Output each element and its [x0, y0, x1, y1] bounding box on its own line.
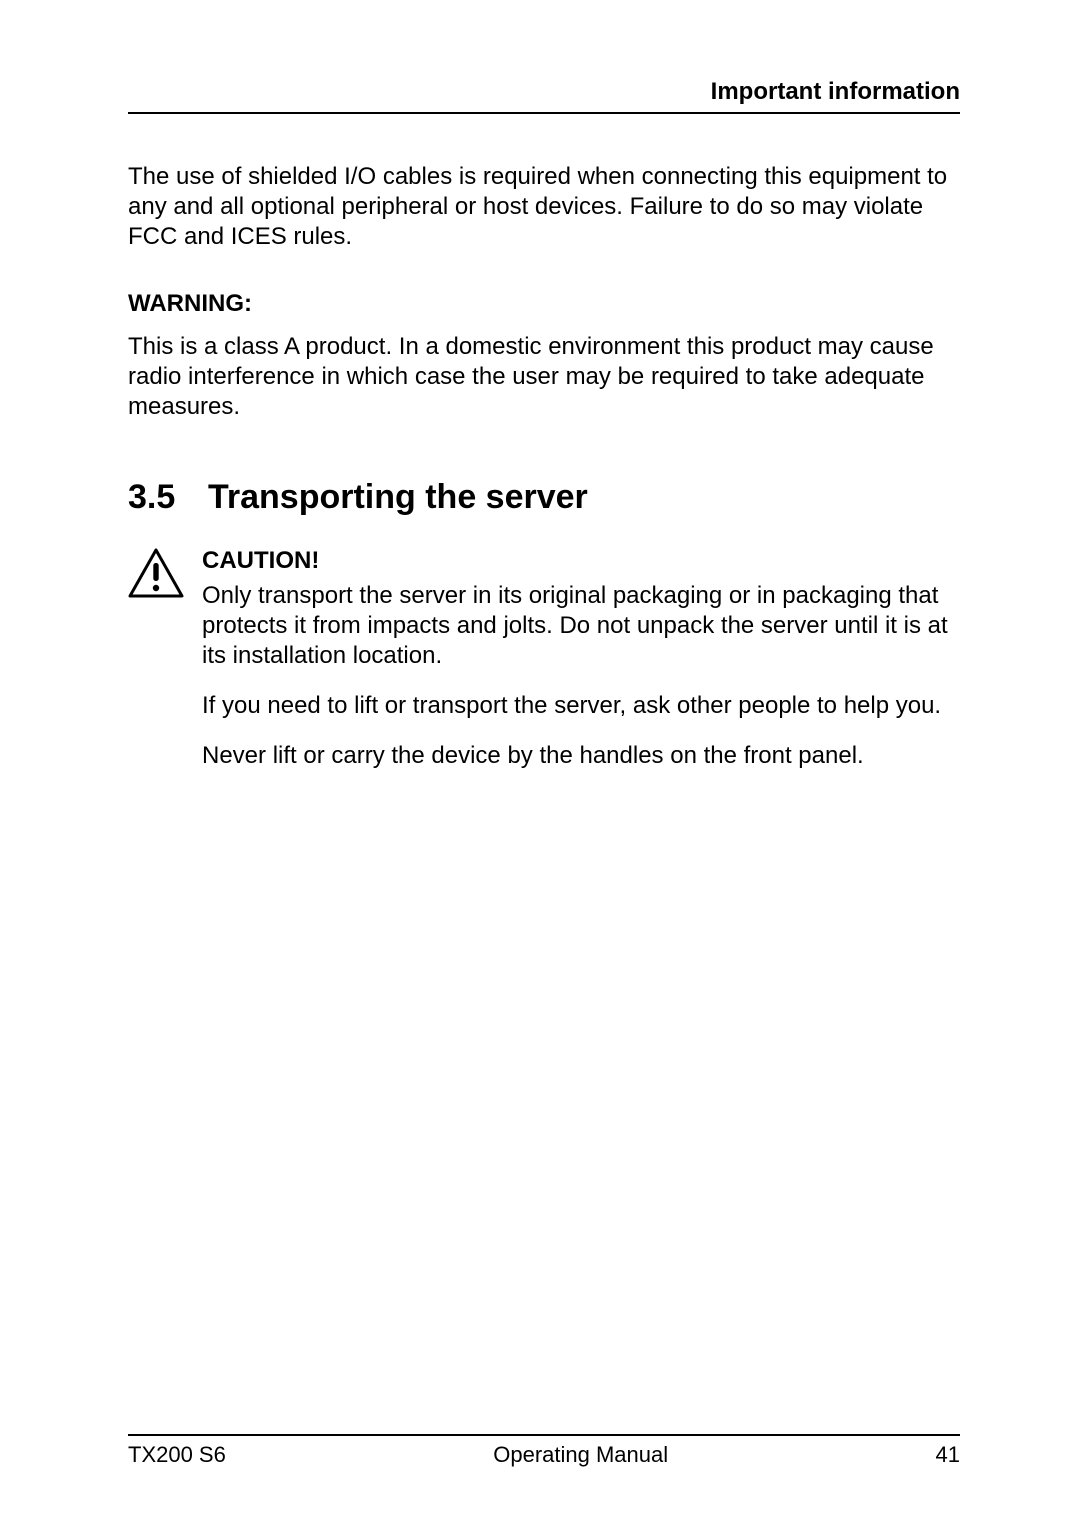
footer-page-number: 41: [936, 1442, 960, 1468]
caution-paragraph: Never lift or carry the device by the ha…: [202, 741, 960, 771]
footer-rule: [128, 1434, 960, 1436]
warning-text: This is a class A product. In a domestic…: [128, 332, 960, 422]
footer-row: TX200 S6 Operating Manual 41: [128, 1442, 960, 1468]
footer-center: Operating Manual: [493, 1442, 668, 1468]
page: Important information The use of shielde…: [0, 0, 1080, 1526]
section-heading: 3.5 Transporting the server: [128, 478, 960, 517]
page-footer: TX200 S6 Operating Manual 41: [128, 1434, 960, 1468]
caution-paragraph: If you need to lift or transport the ser…: [202, 691, 960, 721]
caution-block: CAUTION! Only transport the server in it…: [128, 547, 960, 771]
warning-label: WARNING:: [128, 290, 960, 318]
caution-paragraph: Only transport the server in its origina…: [202, 581, 960, 671]
section-number: 3.5: [128, 478, 208, 517]
intro-paragraph: The use of shielded I/O cables is requir…: [128, 162, 960, 252]
caution-label: CAUTION!: [202, 547, 960, 575]
caution-triangle-icon: [128, 547, 184, 599]
caution-content: CAUTION! Only transport the server in it…: [202, 547, 960, 771]
footer-left: TX200 S6: [128, 1442, 226, 1468]
section-title: Transporting the server: [208, 478, 588, 517]
running-head: Important information: [128, 78, 960, 114]
